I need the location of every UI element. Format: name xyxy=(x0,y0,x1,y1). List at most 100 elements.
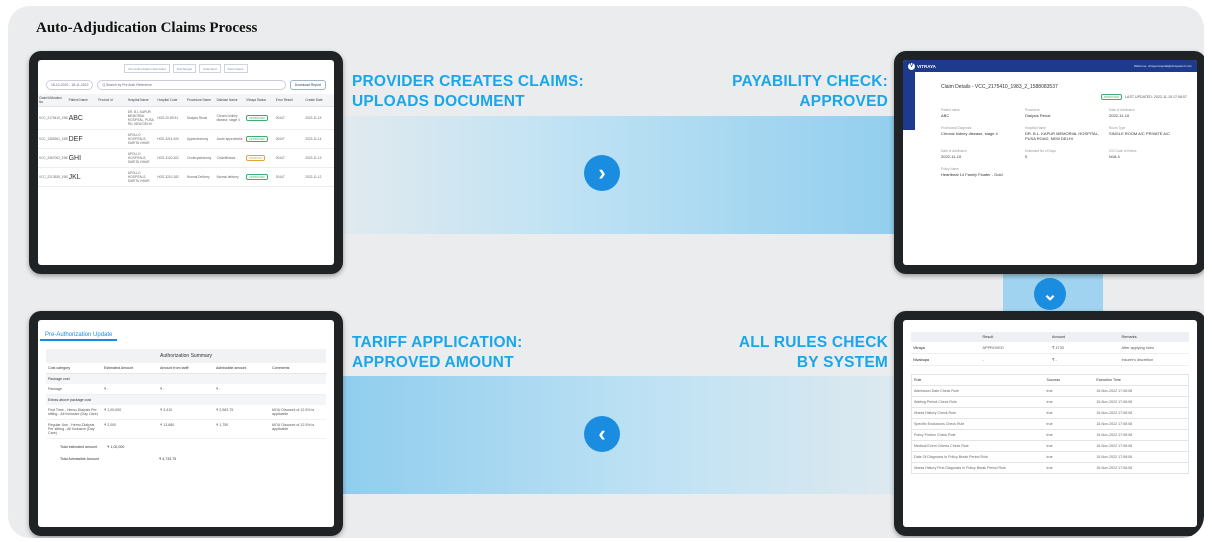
table-cell: true xyxy=(1044,418,1095,430)
column-header: Error Result xyxy=(274,94,305,107)
step-label-line: PROVIDER CREATES CLAIMS: xyxy=(352,73,584,90)
table-cell: First Time - Hemo-Dialysis Per sitting -… xyxy=(46,405,102,420)
table-cell: Specific Exclusions Check Rule xyxy=(911,418,1045,430)
claims-tabs: Pre-Authorization Submitted Discharged Sub… xyxy=(38,60,334,76)
table-row: Illness History Check Rule true 15-Nov-202… xyxy=(911,407,1189,419)
claim-field: Patient name ABC xyxy=(941,108,1019,118)
table-cell: ₹ 1,750 xyxy=(214,419,270,439)
table-row: Waiting Period Check Rule true 15-Nov-2022… xyxy=(911,396,1189,408)
table-row: Admission Date Check Rule true 15-Nov-2022… xyxy=(911,385,1189,397)
claims-tab[interactable]: Paid Claims xyxy=(223,64,248,73)
claim-field: Date of Admission 2022-11-10 xyxy=(1109,108,1187,118)
table-row[interactable]: VCC_2213535_1983_2_1685JKL APOLLO HOSPITA… xyxy=(38,167,334,187)
table-cell: 2022-11-14 xyxy=(304,129,334,149)
table-cell: After applying rules xyxy=(1119,342,1189,354)
table-row[interactable]: VCC_2367002_1983_2_1683GHI APOLLO HOSPITA… xyxy=(38,148,334,168)
tablet-authorization-summary: Pre-Authorization Update Authorization S… xyxy=(29,311,343,536)
table-row[interactable]: VCC_2175410_1983_2_1588ABC DR. B.L.KAPUR … xyxy=(38,106,334,130)
column-header xyxy=(911,332,981,342)
field-value: SINGLE ROOM A/C PRIVATE A/C xyxy=(1109,131,1170,136)
flow-band-bottom xyxy=(338,376,918,494)
claim-details-body: Claim Details - VCC_2175410_1983_2_15880… xyxy=(941,84,1187,177)
field-label: Provisional Diagnosis xyxy=(941,126,972,130)
results-table: Result Amount Remarks Vitraya APPROVED ₹ 473… xyxy=(911,332,1189,366)
table-cell: 15-Nov-2022 17:08:08 xyxy=(1094,418,1189,430)
step-label-line: TARIFF APPLICATION: xyxy=(352,334,523,351)
summary-title: Authorization Summary xyxy=(46,349,326,363)
table-cell: HOS-20-89-91 xyxy=(156,106,186,130)
table-cell: DR. B.L.KAPUR MEMORIAL HOSPITAL, PUSA RD… xyxy=(126,106,157,130)
field-value: Chronic kidney disease, stage 4 xyxy=(941,131,998,136)
tablet-rules-check: Result Amount Remarks Vitraya APPROVED ₹ 473… xyxy=(894,311,1204,536)
section-row: Package cost xyxy=(46,373,326,384)
table-cell xyxy=(270,373,326,384)
diagram-canvas: Auto-Adjudication Claims Process PROVIDE… xyxy=(8,6,1204,538)
table-cell: MOU Discount of 12.5% is applicable xyxy=(270,419,326,439)
status-badge: APPROVED xyxy=(246,136,268,142)
claim-field: Date of Admission 2022-11-10 xyxy=(941,149,1019,159)
table-cell: VCC_2213535_1983_2_1685 xyxy=(38,167,68,187)
column-header: Hospital Code xyxy=(156,94,186,107)
table-cell: APPROVED xyxy=(245,106,275,130)
claims-tab[interactable]: Submitted xyxy=(199,64,221,73)
sidebar xyxy=(903,72,915,130)
column-header: Create Date xyxy=(304,94,334,107)
table-cell: APOLLO HOSPITALS, SARITA VIHAR xyxy=(126,129,157,149)
table-cell: 15-Nov-2022 17:08:08 xyxy=(1094,451,1189,463)
table-cell: Vitraya xyxy=(911,342,981,354)
tablet-claims-list: Pre-Authorization Submitted Discharged Sub… xyxy=(29,51,343,274)
date-range-input[interactable]: 18-10-2022 - 18-11-2022 xyxy=(46,80,94,90)
table-cell: Admission Date Check Rule xyxy=(911,385,1045,397)
table-cell xyxy=(214,394,270,405)
table-cell: Cholecystectomy xyxy=(185,148,216,168)
claim-field: ICD Code of Illness N18.4 xyxy=(1109,149,1187,159)
table-cell: MOU Discount of 12.5% is applicable xyxy=(270,405,326,420)
status-badge: APPROVED xyxy=(1100,94,1123,100)
field-label: Hospital Name xyxy=(1025,126,1046,130)
table-cell: Package cost xyxy=(46,373,102,384)
column-header: Procedure Name xyxy=(185,94,216,107)
authorization-screen: Pre-Authorization Update Authorization S… xyxy=(38,320,334,527)
step-label-line: BY SYSTEM xyxy=(796,354,888,371)
claims-tab[interactable]: Pre-Authorization Submitted xyxy=(124,64,170,73)
download-report-button[interactable]: Download Report xyxy=(289,80,326,90)
table-cell xyxy=(270,384,326,395)
table-cell: HOS-4214-920 xyxy=(156,129,186,149)
column-header: Comments xyxy=(270,363,326,374)
tablet-claim-details: V VITRAYA Welcome, vitraya.hospital@vitra… xyxy=(894,51,1204,274)
table-cell xyxy=(97,148,127,168)
table-cell: ₹ 13,680 xyxy=(158,419,214,439)
table-cell: 20447 xyxy=(274,106,305,130)
table-cell: Cholelithiasis xyxy=(215,148,246,168)
table-cell: 15-Nov-2022 17:08:08 xyxy=(1094,429,1189,441)
last-updated: LAST UPDATED: 2022-11-15 17:08:07 xyxy=(1125,95,1187,99)
field-value: Heartbeat 14 Family Floater - Gold xyxy=(941,172,1003,177)
table-row: Regular Use - Hemo-Dialysis Per sitting … xyxy=(46,419,326,439)
logo-icon: V xyxy=(908,62,915,70)
table-cell: Medical Event Criteria Check Rule xyxy=(911,440,1045,452)
column-header: Rule xyxy=(911,374,1045,386)
table-row: Specific Exclusions Check Rule true 15-Nov… xyxy=(911,418,1189,430)
vitraya-logo: V VITRAYA xyxy=(908,62,936,70)
claims-tab[interactable]: Discharged xyxy=(172,64,197,73)
table-cell: true xyxy=(1044,385,1095,397)
table-cell: VCC_2367002_1983_2_1683 xyxy=(38,148,68,168)
table-cell xyxy=(270,394,326,405)
column-header: Vitraya Status xyxy=(245,94,275,107)
status-badge: APPROVED xyxy=(246,115,268,121)
status-badge: PENDING xyxy=(246,155,265,161)
table-cell xyxy=(102,394,158,405)
claim-field: Estimated No of Days 0 xyxy=(1025,149,1103,159)
field-label: Date of Admission xyxy=(941,149,967,153)
claim-details-screen: V VITRAYA Welcome, vitraya.hospital@vitra… xyxy=(903,60,1197,265)
field-label: Estimated No of Days xyxy=(1025,149,1056,153)
table-row[interactable]: VCC_1369261_1983_2_1696DEF APOLLO HOSPITA… xyxy=(38,129,334,149)
table-cell: Policy Portion Check Rule xyxy=(911,429,1045,441)
search-input[interactable]: Q Search by Pre Auth Reference xyxy=(97,80,286,90)
field-value: 2022-11-10 xyxy=(941,154,962,159)
claims-filter-bar: 18-10-2022 - 18-11-2022 Q Search by Pre … xyxy=(38,76,334,94)
table-cell: 15-Nov-2022 17:08:08 xyxy=(1094,407,1189,419)
tab-pre-authorization-update[interactable]: Pre-Authorization Update xyxy=(40,331,118,341)
step-label-line: APPROVED AMOUNT xyxy=(352,354,514,371)
arrow-down-icon: ⌄ xyxy=(1034,278,1066,310)
